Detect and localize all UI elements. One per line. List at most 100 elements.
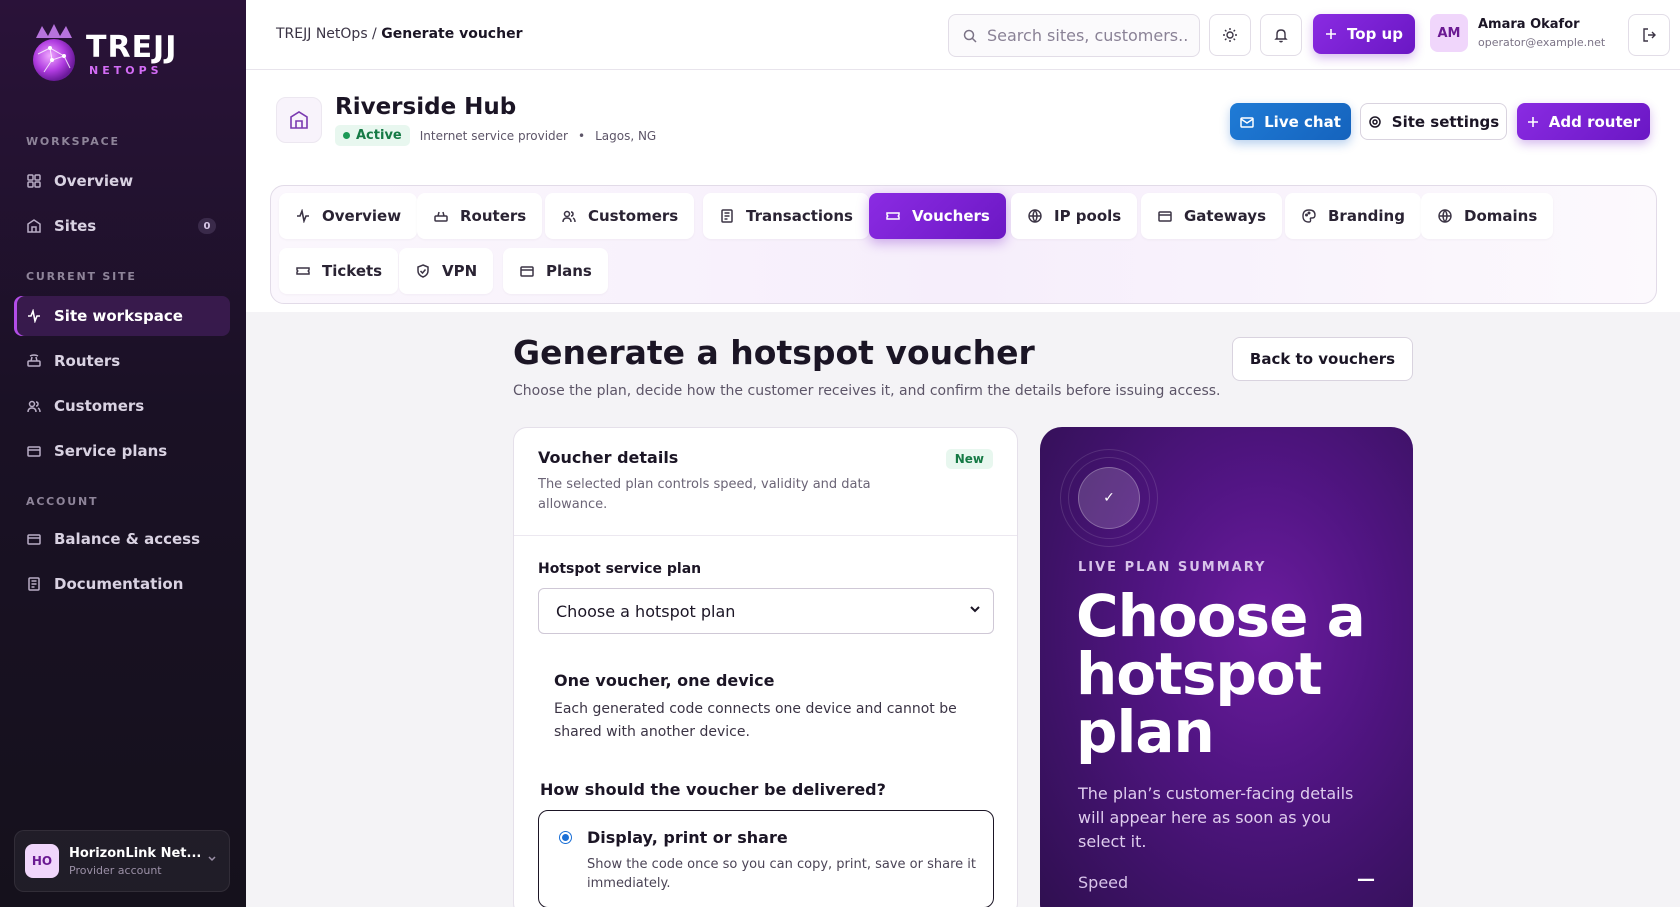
sidebar-item-label: Overview bbox=[54, 172, 134, 190]
theme-toggle-button[interactable] bbox=[1209, 14, 1251, 56]
sidebar-item-routers[interactable]: Routers bbox=[14, 341, 230, 381]
tab-domains[interactable]: Domains bbox=[1421, 193, 1554, 239]
site-settings-button[interactable]: Site settings bbox=[1360, 103, 1507, 140]
site-location: Lagos, NG bbox=[595, 128, 657, 143]
brand-sub: NETOPS bbox=[89, 63, 163, 77]
plus-icon bbox=[1325, 28, 1337, 40]
section-current-site: CURRENT SITE bbox=[26, 270, 137, 283]
logout-button[interactable] bbox=[1628, 14, 1670, 56]
info-title: One voucher, one device bbox=[554, 671, 775, 690]
sidebar: TREJJ NETOPS WORKSPACE Overview Sites 0 … bbox=[0, 0, 246, 907]
info-text: Each generated code connects one device … bbox=[554, 701, 957, 740]
gear-icon bbox=[1368, 115, 1382, 129]
tab-label: Customers bbox=[588, 207, 679, 225]
user-menu[interactable]: AM Amara Okafor operator@example.net bbox=[1430, 14, 1605, 52]
sidebar-item-customers[interactable]: Customers bbox=[14, 386, 230, 426]
card-description: The selected plan controls speed, validi… bbox=[538, 477, 871, 512]
mail-icon bbox=[1240, 115, 1254, 129]
meta-separator: • bbox=[578, 128, 586, 143]
chevron-down-icon bbox=[207, 853, 217, 863]
sidebar-item-balance[interactable]: Balance & access bbox=[14, 519, 230, 559]
tab-overview[interactable]: Overview bbox=[279, 193, 418, 239]
top-bar: TREJJ NetOps / Generate voucher Top up A… bbox=[246, 0, 1680, 70]
page-title: Generate a hotspot voucher bbox=[513, 333, 1035, 372]
tab-plans[interactable]: Plans bbox=[503, 248, 608, 294]
status-badge: Active bbox=[335, 125, 410, 146]
receipt-icon bbox=[719, 208, 735, 224]
globe-icon bbox=[1027, 208, 1043, 224]
back-to-vouchers-button[interactable]: Back to vouchers bbox=[1232, 337, 1413, 381]
top-up-button[interactable]: Top up bbox=[1313, 14, 1415, 54]
sidebar-item-label: Sites bbox=[54, 217, 97, 235]
plus-icon bbox=[1527, 116, 1539, 128]
summary-description: The plan’s customer-facing details will … bbox=[1078, 784, 1354, 851]
globe-icon bbox=[1437, 208, 1453, 224]
summary-title: Choose a hotspot plan bbox=[1076, 582, 1366, 766]
delivery-radio[interactable] bbox=[559, 831, 572, 844]
tab-label: Tickets bbox=[322, 262, 383, 280]
tab-gateways[interactable]: Gateways bbox=[1141, 193, 1283, 239]
sidebar-item-overview[interactable]: Overview bbox=[14, 161, 230, 201]
tab-routers[interactable]: Routers bbox=[417, 193, 543, 239]
users-icon bbox=[561, 208, 577, 224]
user-name: Amara Okafor bbox=[1478, 17, 1580, 32]
tab-customers[interactable]: Customers bbox=[545, 193, 695, 239]
tab-ip-pools[interactable]: IP pools bbox=[1011, 193, 1138, 239]
account-role: Provider account bbox=[69, 863, 162, 877]
page-subtitle: Choose the plan, decide how the customer… bbox=[513, 383, 1221, 399]
account-avatar: HO bbox=[25, 844, 59, 878]
delivery-question: How should the voucher be delivered? bbox=[540, 780, 886, 799]
card-icon bbox=[1157, 208, 1173, 224]
status-dot bbox=[343, 132, 350, 139]
tab-branding[interactable]: Branding bbox=[1285, 193, 1421, 239]
notifications-button[interactable] bbox=[1260, 14, 1302, 56]
brand-name: TREJJ bbox=[86, 29, 178, 65]
sidebar-item-sites[interactable]: Sites 0 bbox=[14, 206, 230, 246]
palette-icon bbox=[1301, 208, 1317, 224]
breadcrumb-current: Generate voucher bbox=[381, 26, 523, 42]
live-chat-button[interactable]: Live chat bbox=[1230, 103, 1351, 140]
breadcrumb-root[interactable]: TREJJ NetOps bbox=[276, 26, 368, 42]
wallet-icon bbox=[26, 531, 42, 547]
logout-icon bbox=[1641, 27, 1657, 43]
avatar: AM bbox=[1430, 14, 1468, 52]
delivery-option-title: Display, print or share bbox=[587, 828, 788, 847]
summary-label: LIVE PLAN SUMMARY bbox=[1078, 560, 1267, 575]
tab-label: VPN bbox=[442, 262, 478, 280]
search-input[interactable] bbox=[987, 26, 1187, 45]
tab-label: Overview bbox=[322, 207, 402, 225]
tab-label: Transactions bbox=[746, 207, 853, 225]
sidebar-item-documentation[interactable]: Documentation bbox=[14, 564, 230, 604]
account-name: HorizonLink Net... bbox=[69, 845, 202, 861]
tab-label: Gateways bbox=[1184, 207, 1267, 225]
tab-vpn[interactable]: VPN bbox=[399, 248, 494, 294]
plan-field-label: Hotspot service plan bbox=[538, 561, 702, 577]
account-switcher[interactable]: HO HorizonLink Net... Provider account bbox=[14, 830, 230, 892]
plan-select[interactable]: Choose a hotspot plan bbox=[538, 588, 994, 634]
live-chat-label: Live chat bbox=[1264, 112, 1341, 131]
brand-logo[interactable]: TREJJ NETOPS bbox=[30, 24, 177, 84]
plan-summary-panel: ✓ LIVE PLAN SUMMARY Choose a hotspot pla… bbox=[1040, 427, 1413, 907]
tab-vouchers[interactable]: Vouchers bbox=[869, 193, 1006, 239]
add-router-button[interactable]: Add router bbox=[1517, 103, 1650, 140]
tab-label: IP pools bbox=[1054, 207, 1122, 225]
crown-globe-icon bbox=[30, 24, 78, 84]
tab-label: Vouchers bbox=[912, 207, 990, 225]
site-name: Riverside Hub bbox=[335, 94, 517, 120]
sites-count-badge: 0 bbox=[198, 218, 216, 234]
tab-transactions[interactable]: Transactions bbox=[703, 193, 869, 239]
sidebar-item-label: Documentation bbox=[54, 575, 184, 593]
sidebar-item-site-workspace[interactable]: Site workspace bbox=[14, 296, 230, 336]
card-title: Voucher details bbox=[538, 448, 679, 467]
sidebar-item-label: Site workspace bbox=[54, 307, 183, 325]
tab-tickets[interactable]: Tickets bbox=[279, 248, 399, 294]
tab-label: Branding bbox=[1328, 207, 1405, 225]
shield-icon bbox=[415, 263, 431, 279]
search-box[interactable] bbox=[948, 14, 1200, 57]
sidebar-item-service-plans[interactable]: Service plans bbox=[14, 431, 230, 471]
section-workspace: WORKSPACE bbox=[26, 135, 120, 148]
sidebar-item-label: Customers bbox=[54, 397, 145, 415]
delivery-option-display[interactable]: Display, print or share Show the code on… bbox=[538, 810, 994, 907]
speed-value: — bbox=[1357, 869, 1375, 890]
top-up-label: Top up bbox=[1347, 25, 1403, 43]
